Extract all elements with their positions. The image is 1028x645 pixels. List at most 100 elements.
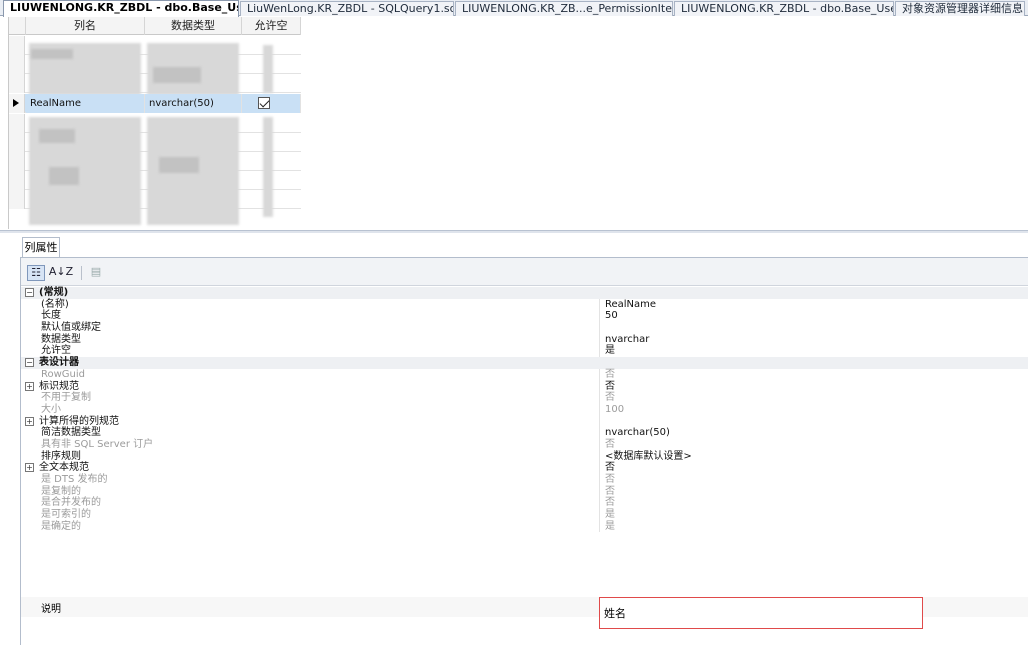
property-row[interactable]: 允许空 是	[21, 345, 1028, 358]
property-row[interactable]: 排序规则 <数据库默认设置>	[21, 450, 1028, 463]
row-selector[interactable]	[9, 74, 25, 93]
tab-object-explorer-details[interactable]: 对象资源管理器详细信息	[895, 1, 1025, 16]
property-value[interactable]: 100	[605, 404, 1005, 416]
property-category-row[interactable]: − 表设计器	[21, 357, 1028, 369]
property-name: 全文本规范	[39, 462, 89, 474]
property-row-description[interactable]: 说明 姓名	[21, 597, 1028, 629]
alphabetical-sort-icon[interactable]: A↓Z	[47, 265, 75, 281]
blurred-content	[39, 129, 75, 143]
header-data-type[interactable]: 数据类型	[145, 17, 242, 35]
column-grid: 列名 数据类型 允许空 RealName nvarchar(50)	[8, 17, 301, 229]
description-value-field[interactable]: 姓名	[599, 597, 923, 629]
tab-sqlquery1[interactable]: LiuWenLong.KR_ZBDL - SQLQuery1.sql*	[240, 1, 454, 16]
column-divider	[599, 322, 600, 334]
expand-icon[interactable]: +	[25, 463, 34, 473]
property-name: (名称)	[41, 298, 69, 310]
property-row[interactable]: 是合并发布的 否	[21, 497, 1028, 510]
expand-icon[interactable]: +	[25, 381, 34, 391]
property-row[interactable]: + 全文本规范 否	[21, 462, 1028, 474]
property-name: 是复制的	[41, 485, 81, 497]
property-value[interactable]: 是	[605, 345, 1005, 357]
row-selector[interactable]	[9, 36, 25, 55]
collapse-icon[interactable]: −	[25, 358, 34, 368]
cell-allow-null[interactable]	[242, 94, 301, 113]
cell-column-name[interactable]: RealName	[26, 94, 145, 113]
property-row[interactable]: 默认值或绑定	[21, 322, 1028, 334]
toolbar-separator	[81, 266, 82, 280]
row-selector[interactable]	[9, 114, 25, 133]
column-divider	[599, 415, 600, 428]
property-value[interactable]: 否	[605, 497, 1005, 509]
property-value[interactable]: nvarchar	[605, 334, 1005, 346]
property-value[interactable]: 否	[605, 474, 1005, 486]
row-selector[interactable]	[9, 171, 25, 190]
property-pages-icon[interactable]: ▤	[87, 265, 105, 281]
row-selector[interactable]	[9, 133, 25, 152]
property-value[interactable]: nvarchar(50)	[605, 427, 1005, 439]
column-divider	[599, 427, 600, 439]
tab-column-properties[interactable]: 列属性	[22, 237, 60, 257]
property-name: 数据类型	[41, 333, 81, 345]
row-selector[interactable]	[9, 94, 25, 113]
blurred-content	[49, 167, 79, 185]
property-row[interactable]: 长度 50	[21, 310, 1028, 323]
property-row[interactable]: 大小 100	[21, 403, 1028, 416]
properties-toolbar: ☷ A↓Z ▤	[21, 258, 1028, 286]
property-value[interactable]: 50	[605, 310, 1005, 322]
header-allow-null[interactable]: 允许空	[242, 17, 301, 35]
property-name: 是确定的	[41, 520, 81, 532]
property-row[interactable]: (名称) RealName	[21, 298, 1028, 311]
tab-base-user-modified[interactable]: LIUWENLONG.KR_ZBDL - dbo.Base_User*	[674, 1, 894, 16]
expand-icon[interactable]: +	[25, 416, 34, 426]
property-row[interactable]: + 计算所得的列规范	[21, 415, 1028, 428]
property-row[interactable]: 是确定的 是	[21, 520, 1028, 533]
column-divider	[599, 474, 600, 486]
property-value[interactable]: 是	[605, 521, 1005, 533]
property-name: 是 DTS 发布的	[41, 474, 108, 485]
pane-splitter[interactable]	[0, 230, 1028, 233]
property-name: (常规)	[39, 287, 69, 298]
column-divider	[599, 298, 600, 311]
table-row-selected[interactable]: RealName nvarchar(50)	[9, 94, 301, 113]
property-row[interactable]: 是 DTS 发布的 否	[21, 474, 1028, 486]
property-value[interactable]: 是	[605, 509, 1005, 521]
row-selector[interactable]	[9, 55, 25, 74]
property-row[interactable]: 是复制的 否	[21, 485, 1028, 498]
grid-header: 列名 数据类型 允许空	[9, 17, 301, 35]
tab-base-user[interactable]: LIUWENLONG.KR_ZBDL - dbo.Base_User	[3, 0, 239, 17]
column-divider	[599, 380, 600, 393]
categorized-icon[interactable]: ☷	[27, 265, 45, 281]
cell-data-type[interactable]: nvarchar(50)	[145, 94, 242, 113]
property-value[interactable]: 否	[605, 392, 1005, 404]
current-row-arrow-icon	[13, 99, 19, 107]
description-value[interactable]: 姓名	[604, 605, 626, 621]
property-row[interactable]: 简洁数据类型 nvarchar(50)	[21, 427, 1028, 439]
property-value[interactable]: 否	[605, 439, 1005, 451]
tab-permissionitem[interactable]: LIUWENLONG.KR_ZB...e_PermissionItem	[455, 1, 673, 16]
property-row[interactable]: 不用于复制 否	[21, 392, 1028, 404]
property-row[interactable]: 具有非 SQL Server 订户 否	[21, 438, 1028, 451]
row-selector[interactable]	[9, 152, 25, 171]
row-selector[interactable]	[9, 190, 25, 209]
property-row[interactable]: 数据类型 nvarchar	[21, 333, 1028, 346]
property-category-row[interactable]: − (常规)	[21, 287, 1028, 299]
column-divider	[599, 509, 600, 521]
allow-null-checkbox[interactable]	[258, 97, 270, 109]
property-row[interactable]: 是可索引的 是	[21, 509, 1028, 521]
property-row[interactable]: + 标识规范 否	[21, 380, 1028, 393]
property-value[interactable]: 否	[605, 381, 1005, 393]
property-value[interactable]: 否	[605, 486, 1005, 498]
header-column-name[interactable]: 列名	[26, 17, 145, 35]
collapse-icon[interactable]: −	[25, 288, 34, 297]
property-value[interactable]: 否	[605, 462, 1005, 474]
column-divider	[599, 345, 600, 358]
property-name: 长度	[41, 310, 61, 322]
column-divider	[599, 368, 600, 381]
property-value[interactable]: 否	[605, 369, 1005, 381]
property-name-description: 说明	[41, 604, 61, 615]
property-value[interactable]: <数据库默认设置>	[605, 451, 1005, 463]
property-row[interactable]: RowGuid 否	[21, 368, 1028, 381]
property-name: 是可索引的	[41, 509, 91, 521]
property-name: 是合并发布的	[41, 497, 101, 509]
property-value[interactable]: RealName	[605, 299, 1005, 311]
